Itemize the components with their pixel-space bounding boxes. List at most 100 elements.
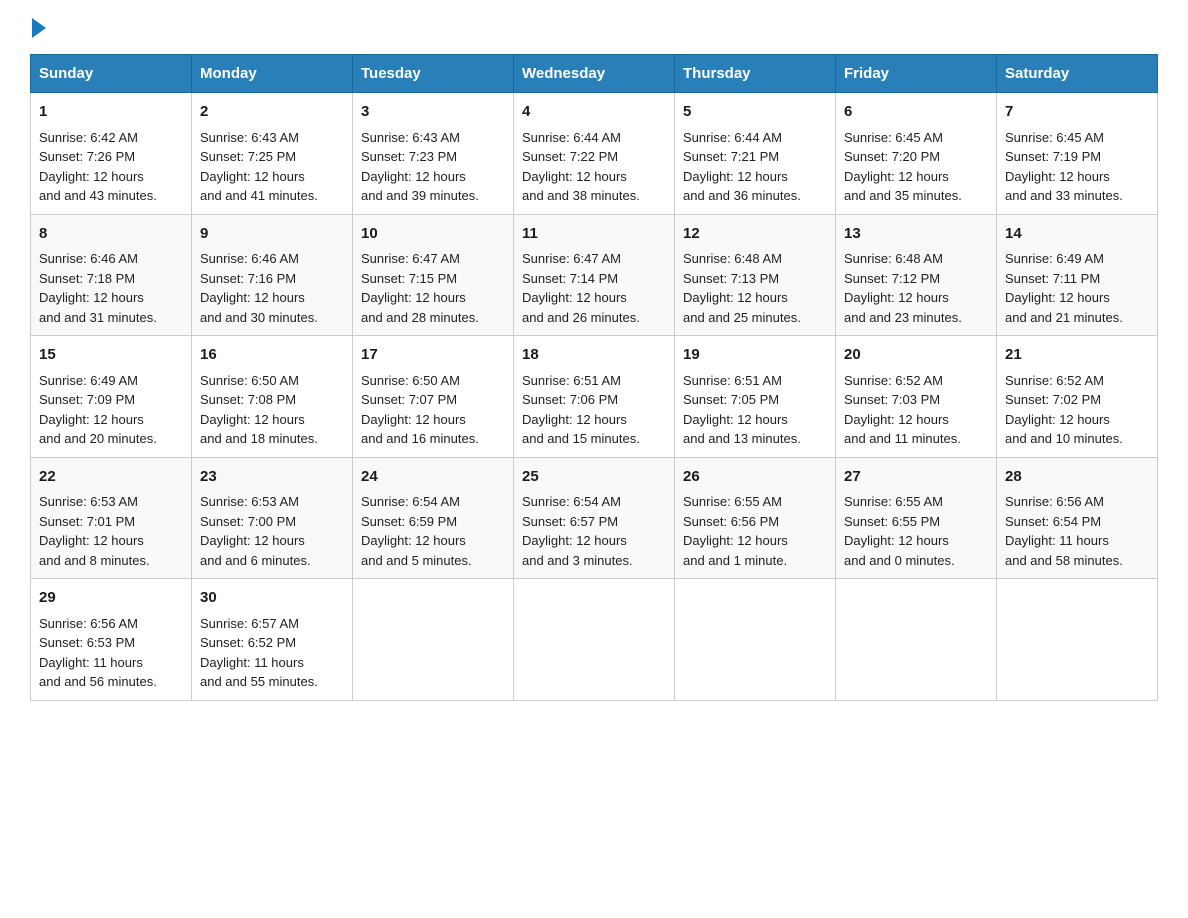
day-info: Sunrise: 6:48 AMSunset: 7:12 PMDaylight:… [844, 249, 988, 327]
calendar-cell: 13 Sunrise: 6:48 AMSunset: 7:12 PMDayligh… [836, 214, 997, 336]
calendar-cell: 12 Sunrise: 6:48 AMSunset: 7:13 PMDayligh… [675, 214, 836, 336]
calendar-cell: 10 Sunrise: 6:47 AMSunset: 7:15 PMDayligh… [353, 214, 514, 336]
day-number: 8 [39, 223, 183, 246]
calendar-cell: 26 Sunrise: 6:55 AMSunset: 6:56 PMDayligh… [675, 457, 836, 579]
day-number: 15 [39, 344, 183, 367]
day-number: 29 [39, 587, 183, 610]
day-number: 21 [1005, 344, 1149, 367]
day-number: 17 [361, 344, 505, 367]
calendar-cell: 30 Sunrise: 6:57 AMSunset: 6:52 PMDayligh… [192, 579, 353, 701]
day-info: Sunrise: 6:53 AMSunset: 7:01 PMDaylight:… [39, 492, 183, 570]
calendar-cell: 24Sunrise: 6:54 AMSunset: 6:59 PMDayligh… [353, 457, 514, 579]
calendar-cell: 22Sunrise: 6:53 AMSunset: 7:01 PMDayligh… [31, 457, 192, 579]
day-number: 3 [361, 101, 505, 124]
weekday-header-wednesday: Wednesday [514, 55, 675, 93]
calendar-cell: 27Sunrise: 6:55 AMSunset: 6:55 PMDayligh… [836, 457, 997, 579]
day-info: Sunrise: 6:46 AMSunset: 7:18 PMDaylight:… [39, 249, 183, 327]
day-number: 25 [522, 466, 666, 489]
calendar-week-row: 15 Sunrise: 6:49 AMSunset: 7:09 PMDayligh… [31, 336, 1158, 458]
day-number: 27 [844, 466, 988, 489]
calendar-cell: 16 Sunrise: 6:50 AMSunset: 7:08 PMDayligh… [192, 336, 353, 458]
day-info: Sunrise: 6:49 AMSunset: 7:11 PMDaylight:… [1005, 249, 1149, 327]
weekday-header-monday: Monday [192, 55, 353, 93]
weekday-header-sunday: Sunday [31, 55, 192, 93]
day-info: Sunrise: 6:51 AMSunset: 7:05 PMDaylight:… [683, 371, 827, 449]
logo [30, 20, 46, 34]
day-number: 1 [39, 101, 183, 124]
calendar-cell: 28 Sunrise: 6:56 AMSunset: 6:54 PMDayligh… [997, 457, 1158, 579]
calendar-cell: 4 Sunrise: 6:44 AMSunset: 7:22 PMDaylight… [514, 93, 675, 215]
calendar-cell: 1 Sunrise: 6:42 AMSunset: 7:26 PMDaylight… [31, 93, 192, 215]
day-info: Sunrise: 6:43 AMSunset: 7:25 PMDaylight:… [200, 128, 344, 206]
day-number: 13 [844, 223, 988, 246]
day-number: 20 [844, 344, 988, 367]
day-number: 16 [200, 344, 344, 367]
weekday-header-row: SundayMondayTuesdayWednesdayThursdayFrid… [31, 55, 1158, 93]
calendar-cell [836, 579, 997, 701]
day-info: Sunrise: 6:42 AMSunset: 7:26 PMDaylight:… [39, 128, 183, 206]
weekday-header-friday: Friday [836, 55, 997, 93]
calendar-week-row: 1 Sunrise: 6:42 AMSunset: 7:26 PMDaylight… [31, 93, 1158, 215]
calendar-cell: 25 Sunrise: 6:54 AMSunset: 6:57 PMDayligh… [514, 457, 675, 579]
calendar-week-row: 8 Sunrise: 6:46 AMSunset: 7:18 PMDaylight… [31, 214, 1158, 336]
day-number: 12 [683, 223, 827, 246]
calendar-cell: 23 Sunrise: 6:53 AMSunset: 7:00 PMDayligh… [192, 457, 353, 579]
calendar-cell [997, 579, 1158, 701]
day-number: 2 [200, 101, 344, 124]
day-info: Sunrise: 6:57 AMSunset: 6:52 PMDaylight:… [200, 614, 344, 692]
day-number: 11 [522, 223, 666, 246]
calendar-cell: 3 Sunrise: 6:43 AMSunset: 7:23 PMDaylight… [353, 93, 514, 215]
calendar-cell: 9Sunrise: 6:46 AMSunset: 7:16 PMDaylight… [192, 214, 353, 336]
day-info: Sunrise: 6:51 AMSunset: 7:06 PMDaylight:… [522, 371, 666, 449]
weekday-header-tuesday: Tuesday [353, 55, 514, 93]
calendar-week-row: 29 Sunrise: 6:56 AMSunset: 6:53 PMDayligh… [31, 579, 1158, 701]
calendar-cell: 7 Sunrise: 6:45 AMSunset: 7:19 PMDaylight… [997, 93, 1158, 215]
day-number: 18 [522, 344, 666, 367]
day-info: Sunrise: 6:50 AMSunset: 7:08 PMDaylight:… [200, 371, 344, 449]
weekday-header-saturday: Saturday [997, 55, 1158, 93]
calendar-cell: 5Sunrise: 6:44 AMSunset: 7:21 PMDaylight… [675, 93, 836, 215]
weekday-header-thursday: Thursday [675, 55, 836, 93]
day-info: Sunrise: 6:56 AMSunset: 6:53 PMDaylight:… [39, 614, 183, 692]
calendar-week-row: 22Sunrise: 6:53 AMSunset: 7:01 PMDayligh… [31, 457, 1158, 579]
day-number: 30 [200, 587, 344, 610]
day-info: Sunrise: 6:43 AMSunset: 7:23 PMDaylight:… [361, 128, 505, 206]
calendar-cell [514, 579, 675, 701]
calendar-cell: 17 Sunrise: 6:50 AMSunset: 7:07 PMDayligh… [353, 336, 514, 458]
day-number: 23 [200, 466, 344, 489]
day-info: Sunrise: 6:54 AMSunset: 6:59 PMDaylight:… [361, 492, 505, 570]
day-info: Sunrise: 6:53 AMSunset: 7:00 PMDaylight:… [200, 492, 344, 570]
day-info: Sunrise: 6:44 AMSunset: 7:22 PMDaylight:… [522, 128, 666, 206]
calendar-cell: 29 Sunrise: 6:56 AMSunset: 6:53 PMDayligh… [31, 579, 192, 701]
day-info: Sunrise: 6:45 AMSunset: 7:19 PMDaylight:… [1005, 128, 1149, 206]
day-number: 28 [1005, 466, 1149, 489]
calendar-cell: 14 Sunrise: 6:49 AMSunset: 7:11 PMDayligh… [997, 214, 1158, 336]
day-number: 14 [1005, 223, 1149, 246]
day-number: 4 [522, 101, 666, 124]
day-info: Sunrise: 6:50 AMSunset: 7:07 PMDaylight:… [361, 371, 505, 449]
calendar-cell: 20 Sunrise: 6:52 AMSunset: 7:03 PMDayligh… [836, 336, 997, 458]
logo-text [30, 20, 46, 38]
day-info: Sunrise: 6:47 AMSunset: 7:14 PMDaylight:… [522, 249, 666, 327]
calendar-cell: 21Sunrise: 6:52 AMSunset: 7:02 PMDayligh… [997, 336, 1158, 458]
day-number: 7 [1005, 101, 1149, 124]
calendar-cell: 18 Sunrise: 6:51 AMSunset: 7:06 PMDayligh… [514, 336, 675, 458]
calendar-cell: 2 Sunrise: 6:43 AMSunset: 7:25 PMDaylight… [192, 93, 353, 215]
day-info: Sunrise: 6:56 AMSunset: 6:54 PMDaylight:… [1005, 492, 1149, 570]
calendar-table: SundayMondayTuesdayWednesdayThursdayFrid… [30, 54, 1158, 701]
calendar-cell: 8 Sunrise: 6:46 AMSunset: 7:18 PMDaylight… [31, 214, 192, 336]
day-info: Sunrise: 6:52 AMSunset: 7:03 PMDaylight:… [844, 371, 988, 449]
page-header [30, 20, 1158, 34]
day-number: 26 [683, 466, 827, 489]
day-info: Sunrise: 6:54 AMSunset: 6:57 PMDaylight:… [522, 492, 666, 570]
calendar-cell [353, 579, 514, 701]
logo-triangle-icon [32, 18, 46, 38]
day-number: 5 [683, 101, 827, 124]
day-info: Sunrise: 6:55 AMSunset: 6:56 PMDaylight:… [683, 492, 827, 570]
calendar-cell: 11 Sunrise: 6:47 AMSunset: 7:14 PMDayligh… [514, 214, 675, 336]
day-number: 10 [361, 223, 505, 246]
day-info: Sunrise: 6:49 AMSunset: 7:09 PMDaylight:… [39, 371, 183, 449]
day-info: Sunrise: 6:47 AMSunset: 7:15 PMDaylight:… [361, 249, 505, 327]
day-info: Sunrise: 6:46 AMSunset: 7:16 PMDaylight:… [200, 249, 344, 327]
day-info: Sunrise: 6:48 AMSunset: 7:13 PMDaylight:… [683, 249, 827, 327]
